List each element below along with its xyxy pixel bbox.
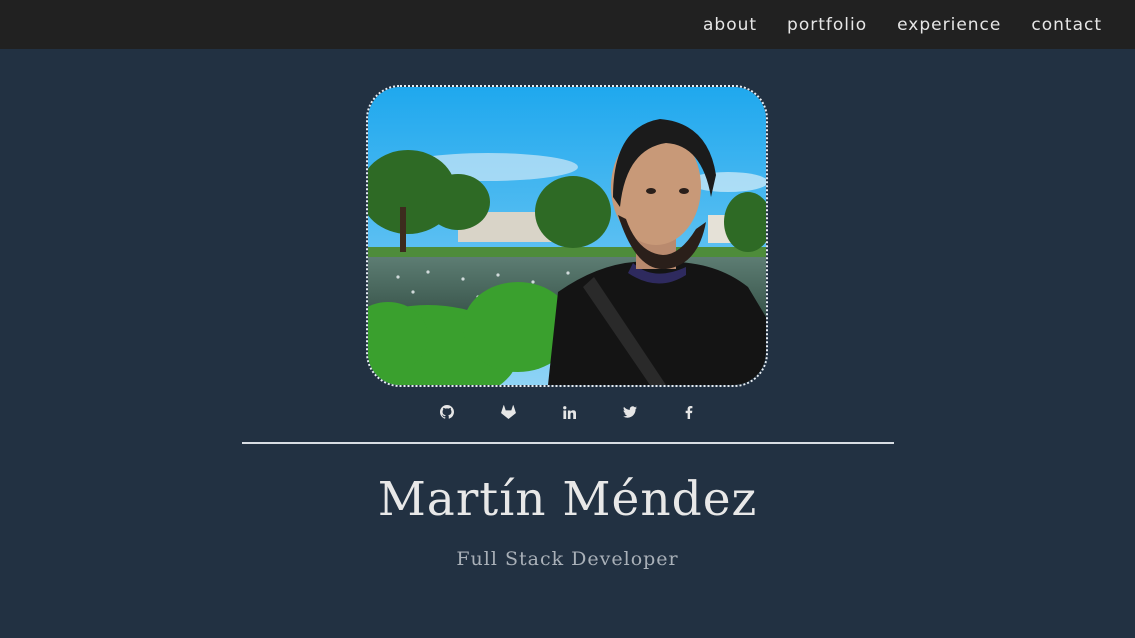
top-navbar: about portfolio experience contact — [0, 0, 1135, 49]
gitlab-icon[interactable] — [495, 399, 521, 425]
nav-link-contact[interactable]: contact — [1031, 15, 1102, 35]
profile-photo-image — [368, 87, 766, 385]
linkedin-glyph — [562, 405, 576, 419]
profile-name: Martín Méndez — [377, 472, 758, 527]
social-links — [416, 399, 720, 425]
nav-link-portfolio[interactable]: portfolio — [787, 15, 867, 35]
github-glyph — [440, 405, 454, 419]
twitter-icon[interactable] — [617, 399, 643, 425]
nav-links: about portfolio experience contact — [703, 0, 1102, 49]
facebook-icon[interactable] — [676, 399, 702, 425]
github-icon[interactable] — [434, 399, 460, 425]
nav-link-about[interactable]: about — [703, 15, 757, 35]
linkedin-icon[interactable] — [556, 399, 582, 425]
profile-title: Full Stack Developer — [456, 548, 679, 570]
nav-link-experience[interactable]: experience — [897, 15, 1001, 35]
gitlab-glyph — [500, 405, 516, 419]
facebook-glyph — [685, 405, 693, 419]
twitter-glyph — [623, 406, 637, 418]
divider — [242, 442, 894, 444]
profile-photo — [366, 85, 768, 387]
